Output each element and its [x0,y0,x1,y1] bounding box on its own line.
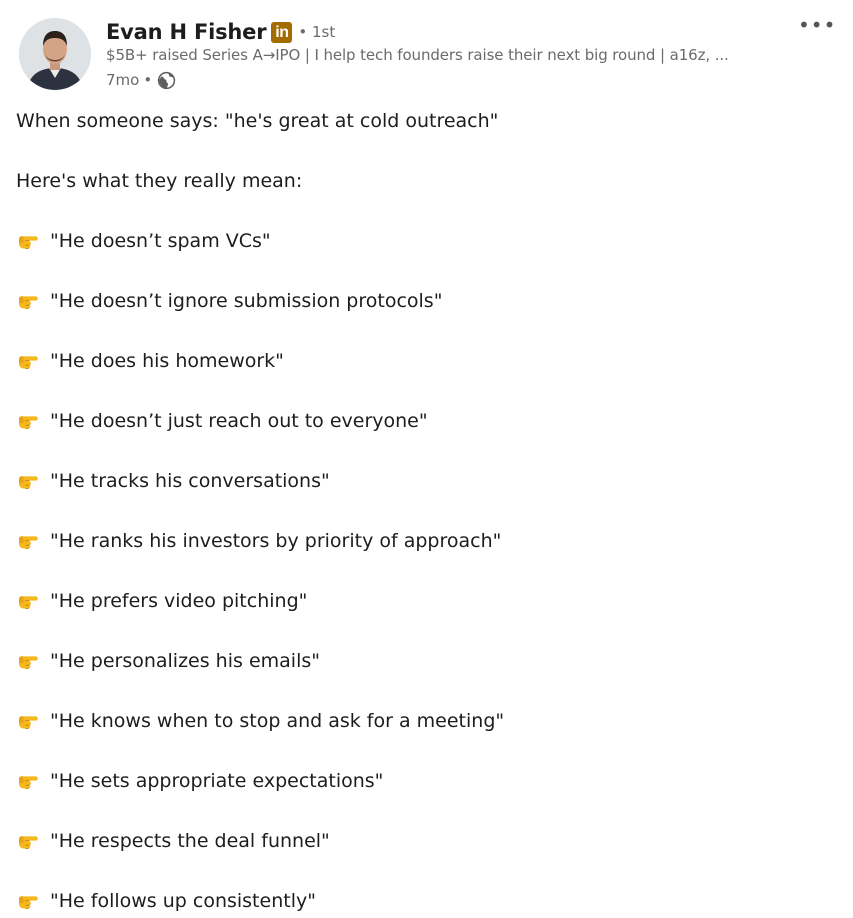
author-avatar[interactable] [19,18,91,90]
meta-separator: • [143,71,153,89]
list-item-text: "He respects the deal funnel" [50,830,330,852]
globe-icon [157,71,176,90]
backhand-index-pointing-right-icon [16,649,40,673]
list-item-text: "He doesn’t spam VCs" [50,230,271,252]
list-item: "He doesn’t just reach out to everyone" [16,406,428,436]
list-item-text: "He personalizes his emails" [50,650,320,672]
list-item-text: "He ranks his investors by priority of a… [50,530,502,552]
backhand-index-pointing-right-icon [16,889,40,913]
list-item-text: "He prefers video pitching" [50,590,308,612]
backhand-index-pointing-right-icon [16,409,40,433]
list-item-text: "He sets appropriate expectations" [50,770,384,792]
list-item: "He tracks his conversations" [16,466,330,496]
list-item: "He personalizes his emails" [16,646,320,676]
more-options-button[interactable]: ••• [798,10,835,40]
post-meta: 7mo • [106,69,176,91]
linkedin-premium-badge-icon: in [271,21,293,43]
post-timestamp[interactable]: 7mo [106,71,139,89]
post-lead: Here's what they really mean: [16,170,303,192]
author-headline: $5B+ raised Series A→IPO | I help tech f… [106,46,729,64]
backhand-index-pointing-right-icon [16,529,40,553]
list-item: "He does his homework" [16,346,284,376]
list-item-text: "He tracks his conversations" [50,470,330,492]
list-item: "He ranks his investors by priority of a… [16,526,501,556]
list-item: "He respects the deal funnel" [16,826,330,856]
connection-degree: • 1st [298,23,336,41]
list-item-text: "He does his homework" [50,350,284,372]
backhand-index-pointing-right-icon [16,289,40,313]
author-name[interactable]: Evan H Fisher [106,20,267,44]
post-intro: When someone says: "he's great at cold o… [16,110,499,132]
list-item-text: "He follows up consistently" [50,890,316,912]
backhand-index-pointing-right-icon [16,229,40,253]
post-header: Evan H Fisher in • 1st $5B+ raised Serie… [0,0,853,100]
list-item-text: "He doesn’t just reach out to everyone" [50,410,428,432]
backhand-index-pointing-right-icon [16,769,40,793]
profile-photo [19,18,91,90]
list-item: "He doesn’t spam VCs" [16,226,271,256]
backhand-index-pointing-right-icon [16,349,40,373]
author-name-row: Evan H Fisher in • 1st [106,16,335,48]
list-item-text: "He doesn’t ignore submission protocols" [50,290,443,312]
backhand-index-pointing-right-icon [16,709,40,733]
list-item: "He knows when to stop and ask for a mee… [16,706,504,736]
backhand-index-pointing-right-icon [16,829,40,853]
list-item-text: "He knows when to stop and ask for a mee… [50,710,505,732]
list-item: "He prefers video pitching" [16,586,307,616]
backhand-index-pointing-right-icon [16,589,40,613]
list-item: "He doesn’t ignore submission protocols" [16,286,442,316]
backhand-index-pointing-right-icon [16,469,40,493]
list-item: "He sets appropriate expectations" [16,766,383,796]
